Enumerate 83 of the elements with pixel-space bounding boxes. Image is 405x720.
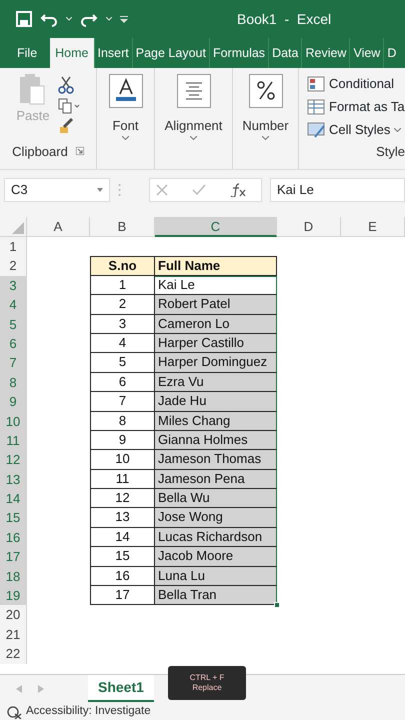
row-number[interactable]: 5 [0, 314, 27, 334]
column-header[interactable]: B [90, 217, 155, 237]
table-cell: Lucas Richardson [155, 528, 277, 548]
row-number[interactable]: 11 [0, 430, 27, 450]
chevron-icon[interactable] [394, 128, 402, 132]
function-icon[interactable] [230, 183, 246, 197]
table-cell: Jameson Pena [155, 470, 277, 490]
table-cell: Jacob Moore [155, 547, 277, 567]
row-number[interactable]: 13 [0, 470, 27, 490]
sheet-tab[interactable]: Sheet1 [88, 675, 154, 702]
table-cell: Bella Wu [155, 489, 277, 508]
table-cell: Harper Dominguez [155, 353, 277, 373]
table-cell: Ezra Vu [155, 372, 277, 392]
cut-icon[interactable] [58, 76, 74, 94]
chevron-icon[interactable] [262, 136, 269, 140]
row-number[interactable]: 20 [0, 605, 27, 625]
row-number[interactable]: 7 [0, 353, 27, 373]
row-number[interactable]: 16 [0, 528, 27, 548]
group-button[interactable]: Font [112, 116, 138, 136]
row-number[interactable]: 17 [0, 547, 27, 567]
row-number[interactable]: 1 [0, 237, 27, 256]
row-number[interactable]: 9 [0, 392, 27, 412]
row-number[interactable]: 22 [0, 644, 27, 664]
check-icon[interactable] [192, 184, 206, 196]
ribbon-command[interactable]: Cell Styles [329, 120, 390, 140]
row-number[interactable]: 3 [0, 276, 27, 296]
table-cell: Harper Castillo [155, 334, 277, 354]
row-number[interactable]: 18 [0, 566, 27, 586]
save-icon[interactable] [16, 11, 32, 27]
row-number[interactable]: 4 [0, 295, 27, 315]
group-button[interactable]: Number [242, 116, 289, 136]
ribbon-command[interactable]: Format as Ta [329, 97, 405, 116]
table-cell: Bella Tran [155, 586, 277, 606]
row-number[interactable]: 6 [0, 334, 27, 354]
formula-field[interactable]: Kai Le [270, 178, 405, 202]
chevron-icon[interactable] [190, 136, 197, 140]
shortcut-keys: CTRL + F [168, 673, 246, 683]
column-header[interactable]: D [277, 217, 341, 237]
dropdown-icon[interactable] [97, 188, 103, 192]
format-painter-icon[interactable] [58, 118, 74, 134]
copy-icon[interactable] [58, 98, 80, 114]
chevron-icon[interactable] [122, 136, 129, 140]
alignment-icon[interactable] [176, 74, 210, 108]
shortcut-action: Replace [191, 683, 223, 693]
header-cell: Full Name [155, 256, 277, 276]
table-cell: Robert Patel [155, 295, 277, 315]
table-cell: Jameson Thomas [155, 450, 277, 470]
row-number[interactable]: 12 [0, 450, 27, 470]
group-button[interactable]: Alignment [164, 116, 222, 136]
column-header[interactable]: C [155, 217, 277, 237]
cell-style-icon [307, 122, 325, 138]
ribbon-tab[interactable]: File [14, 38, 40, 68]
window-title: Book1 - Excel [237, 10, 332, 28]
row-number[interactable]: 14 [0, 489, 27, 508]
table-cell: Miles Chang [155, 412, 277, 431]
column-header[interactable]: A [27, 217, 90, 237]
row-number[interactable]: 15 [0, 508, 27, 528]
row-number[interactable]: 10 [0, 412, 27, 431]
customize-icon[interactable] [120, 16, 128, 22]
row-number[interactable]: 21 [0, 624, 27, 644]
group-label: Style [376, 142, 405, 161]
table-cell: Jade Hu [155, 392, 277, 412]
table-cell: Jose Wong [155, 508, 277, 528]
dialog-launcher-icon[interactable] [76, 147, 84, 156]
table-cell: Kai Le [155, 276, 277, 296]
grip-icon [118, 183, 121, 197]
table-cell: Cameron Lo [155, 314, 277, 334]
header-cell: S.no [90, 256, 155, 276]
table-icon [307, 98, 325, 115]
table-cell: Gianna Holmes [155, 430, 277, 450]
column-header[interactable]: E [341, 217, 405, 237]
name-box[interactable]: C3 [4, 178, 110, 202]
row-number[interactable]: 8 [0, 372, 27, 392]
group-label: Clipboard [12, 142, 68, 161]
font-icon[interactable] [108, 74, 142, 108]
accessibility-icon [6, 705, 22, 719]
row-number[interactable]: 2 [0, 256, 27, 276]
table-cell: Luna Lu [155, 566, 277, 586]
ribbon-tab[interactable]: Home [50, 38, 94, 68]
percent-icon[interactable] [248, 74, 282, 108]
conditional-format-icon [307, 76, 325, 92]
row-number[interactable]: 19 [0, 586, 27, 606]
ribbon-command[interactable]: Conditional [329, 74, 394, 94]
